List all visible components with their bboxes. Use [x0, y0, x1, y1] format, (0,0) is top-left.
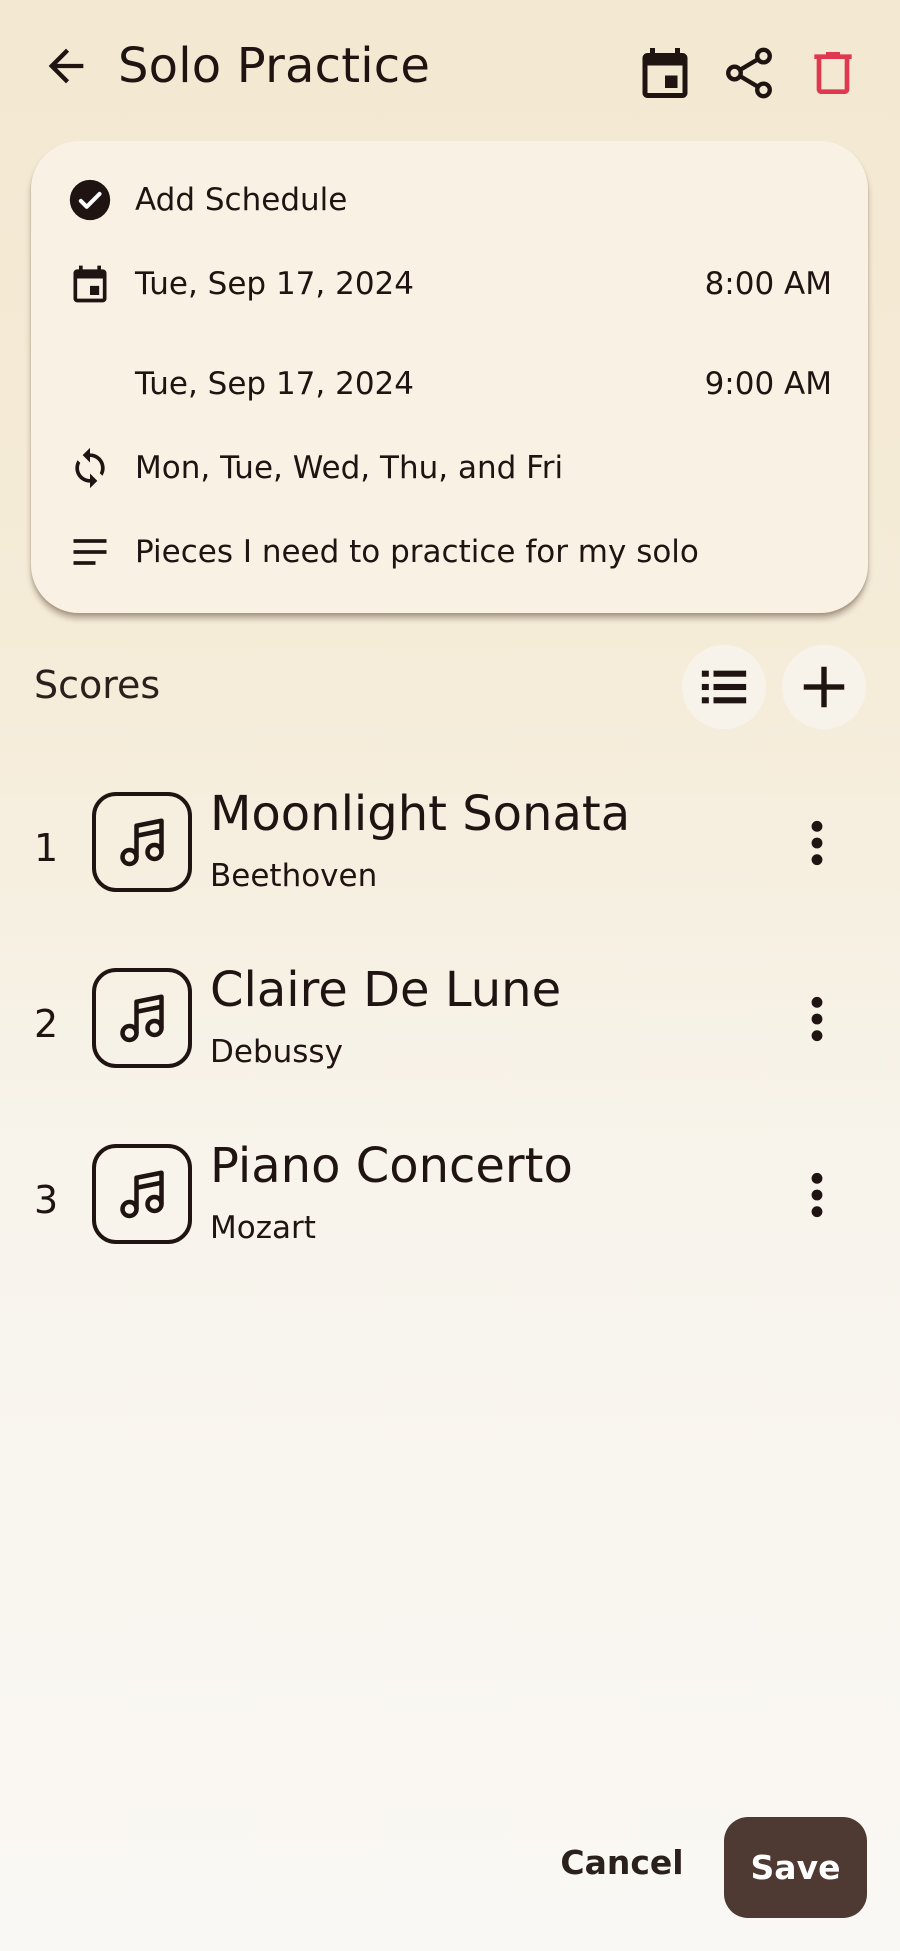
- more-options-button[interactable]: [790, 808, 844, 878]
- list-item[interactable]: 2 Claire De Lune Debussy: [0, 954, 900, 1104]
- share-button[interactable]: [712, 36, 786, 110]
- top-app-bar: Solo Practice: [0, 0, 900, 140]
- start-time[interactable]: 8:00 AM: [705, 266, 832, 302]
- add-score-button[interactable]: [782, 645, 866, 729]
- trash-icon: [814, 52, 852, 94]
- notes-icon: [67, 529, 113, 575]
- delete-button[interactable]: [796, 36, 870, 110]
- start-date[interactable]: Tue, Sep 17, 2024: [135, 266, 414, 302]
- score-title: Claire De Lune: [210, 962, 562, 1018]
- score-title: Moonlight Sonata: [210, 786, 631, 842]
- score-number: 2: [34, 1002, 59, 1046]
- add-schedule-row[interactable]: Add Schedule: [31, 170, 868, 230]
- check-circle-icon: [67, 177, 113, 223]
- repeat-row[interactable]: Mon, Tue, Wed, Thu, and Fri: [31, 438, 868, 498]
- calendar-icon: [642, 48, 688, 98]
- notes-text: Pieces I need to practice for my solo: [135, 534, 699, 570]
- repeat-icon: [67, 445, 113, 491]
- score-composer: Beethoven: [210, 858, 378, 894]
- score-composer: Debussy: [210, 1034, 343, 1070]
- score-title: Piano Concerto: [210, 1138, 573, 1194]
- end-time[interactable]: 9:00 AM: [705, 366, 832, 402]
- notes-row[interactable]: Pieces I need to practice for my solo: [31, 522, 868, 582]
- end-row: Tue, Sep 17, 2024 9:00 AM: [31, 354, 868, 414]
- more-vert-icon: [811, 996, 823, 1042]
- schedule-card: Add Schedule Tue, Sep 17, 2024 8:00 AM T…: [31, 141, 868, 613]
- list-item[interactable]: 3 Piano Concerto Mozart: [0, 1130, 900, 1280]
- more-vert-icon: [811, 820, 823, 866]
- back-button[interactable]: [30, 30, 102, 102]
- start-row: Tue, Sep 17, 2024 8:00 AM: [31, 254, 868, 314]
- add-schedule-label: Add Schedule: [135, 182, 348, 218]
- arrow-left-icon: [48, 48, 84, 84]
- calendar-icon: [67, 261, 113, 307]
- save-button[interactable]: Save: [724, 1817, 867, 1918]
- page-title: Solo Practice: [118, 38, 431, 94]
- more-options-button[interactable]: [790, 984, 844, 1054]
- end-date[interactable]: Tue, Sep 17, 2024: [135, 366, 414, 402]
- music-note-icon: [92, 792, 192, 892]
- score-number: 3: [34, 1178, 59, 1222]
- calendar-button[interactable]: [628, 36, 702, 110]
- more-options-button[interactable]: [790, 1160, 844, 1230]
- list-item[interactable]: 1 Moonlight Sonata Beethoven: [0, 778, 900, 928]
- cancel-button[interactable]: Cancel: [548, 1812, 696, 1912]
- score-number: 1: [34, 826, 59, 870]
- scores-section-label: Scores: [34, 663, 161, 707]
- repeat-days: Mon, Tue, Wed, Thu, and Fri: [135, 450, 564, 486]
- score-composer: Mozart: [210, 1210, 316, 1246]
- music-note-icon: [92, 1144, 192, 1244]
- share-icon: [726, 47, 772, 99]
- list-icon: [701, 670, 747, 704]
- plus-icon: [803, 666, 845, 708]
- more-vert-icon: [811, 1172, 823, 1218]
- music-note-icon: [92, 968, 192, 1068]
- list-view-button[interactable]: [682, 645, 766, 729]
